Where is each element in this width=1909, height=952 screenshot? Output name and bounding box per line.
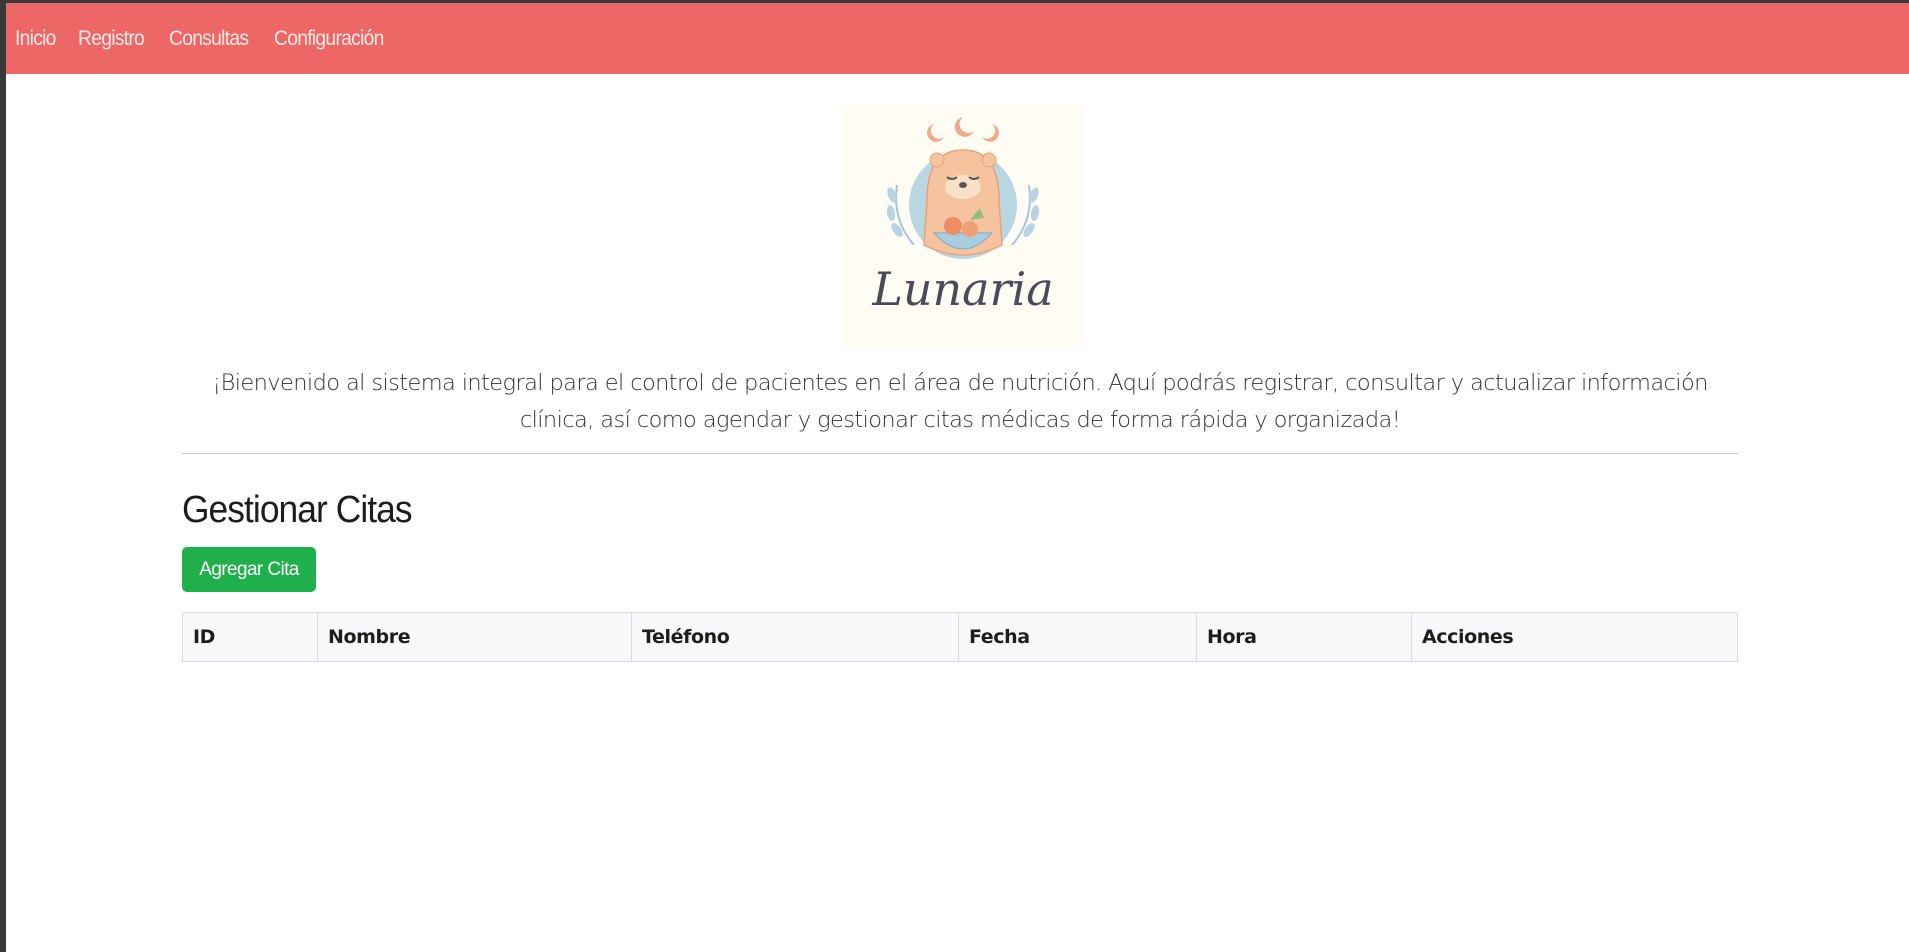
column-header-id: ID [182, 612, 318, 662]
page-title: Gestionar Citas [182, 489, 413, 531]
welcome-text: ¡Bienvenido al sistema integral para el … [212, 370, 1708, 433]
nav-link-configuracion[interactable]: Configuración [274, 27, 384, 51]
otter-logo-icon: Lunaria [871, 117, 1054, 316]
section-divider [182, 453, 1738, 454]
top-navbar: Inicio Registro Consultas Configuración [6, 3, 1909, 74]
column-header-nombre: Nombre [317, 612, 632, 662]
appointments-table: ID Nombre Teléfono Fecha Hora Acciones [182, 612, 1738, 662]
column-header-telefono: Teléfono [631, 612, 959, 662]
column-header-fecha: Fecha [958, 612, 1197, 662]
column-header-hora: Hora [1196, 612, 1412, 662]
browser-window: Inicio Registro Consultas Configuración [6, 3, 1909, 952]
nav-link-inicio[interactable]: Inicio [15, 27, 56, 51]
logo-wordmark: Lunaria [871, 262, 1053, 316]
table-header-row: ID Nombre Teléfono Fecha Hora Acciones [182, 612, 1738, 662]
nav-link-registro[interactable]: Registro [78, 27, 145, 51]
column-header-acciones: Acciones [1411, 612, 1738, 662]
add-appointment-button[interactable]: Agregar Cita [182, 547, 316, 592]
nav-link-consultas[interactable]: Consultas [169, 27, 249, 51]
lunaria-logo: Lunaria [842, 105, 1084, 347]
